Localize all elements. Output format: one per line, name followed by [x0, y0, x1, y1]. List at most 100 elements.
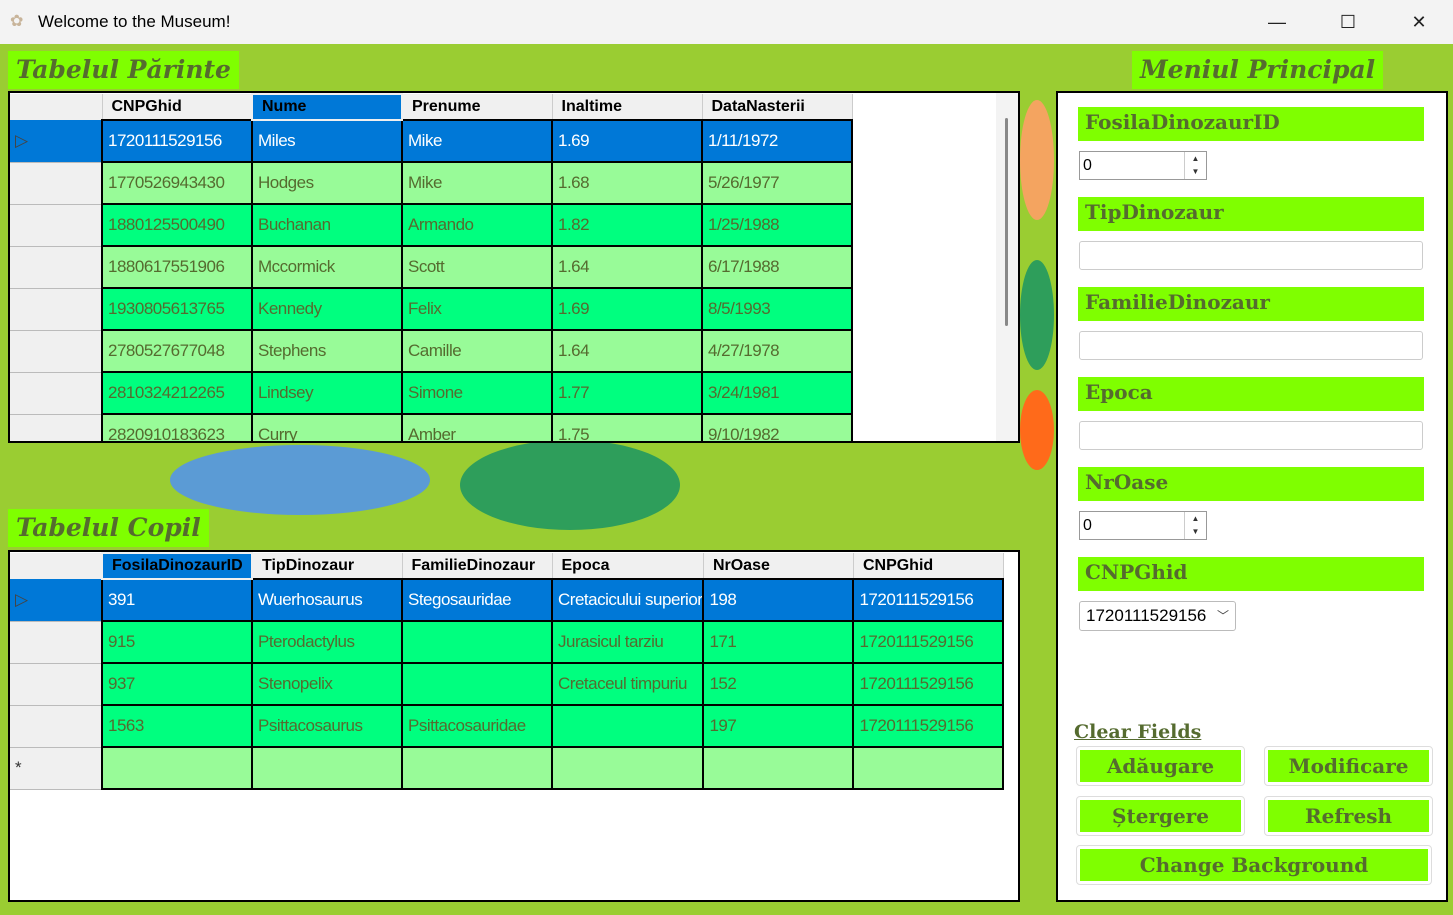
table-cell[interactable] — [550, 704, 705, 748]
table-cell[interactable]: 2780527677048 — [101, 329, 253, 373]
nroase-stepper[interactable]: 0 ▲ ▼ — [1079, 511, 1207, 540]
column-header[interactable]: Prenume — [402, 94, 553, 120]
column-header[interactable]: Epoca — [552, 553, 704, 579]
table-cell[interactable]: Stephens — [251, 329, 403, 373]
new-row[interactable]: * — [10, 746, 1005, 790]
child-table[interactable]: FosilaDinozaurID TipDinozaur FamilieDinoza… — [8, 550, 1020, 902]
refresh-button[interactable]: Refresh — [1264, 796, 1433, 836]
row-header[interactable] — [10, 621, 102, 664]
table-cell[interactable]: 1.82 — [551, 203, 703, 247]
table-cell[interactable]: Psittacosaurus — [251, 704, 403, 748]
table-cell[interactable] — [101, 746, 253, 790]
table-cell[interactable] — [550, 746, 705, 790]
table-cell[interactable] — [852, 746, 1005, 790]
table-cell[interactable]: 1.64 — [551, 329, 703, 373]
table-cell[interactable]: Lindsey — [251, 371, 403, 415]
table-cell[interactable]: 1.75 — [551, 413, 703, 441]
table-cell[interactable] — [251, 746, 403, 790]
table-row[interactable]: 1770526943430 Hodges Mike 1.68 5/26/1977 — [10, 161, 853, 205]
table-cell[interactable]: 198 — [702, 578, 855, 622]
epoca-input[interactable] — [1079, 421, 1423, 450]
clear-fields-link[interactable]: Clear Fields — [1074, 721, 1201, 743]
table-cell[interactable]: Jurasicul tarziu — [550, 620, 705, 664]
column-header[interactable]: DataNasterii — [702, 94, 853, 120]
table-cell[interactable]: Cretacicului superior — [550, 578, 705, 622]
column-header[interactable]: CNPGhid — [102, 94, 253, 120]
table-cell[interactable]: 3/24/1981 — [701, 371, 853, 415]
delete-button[interactable]: Ștergere — [1076, 796, 1245, 836]
table-cell[interactable] — [401, 662, 553, 706]
table-cell[interactable]: 1930805613765 — [101, 287, 253, 331]
table-cell[interactable]: Mccormick — [251, 245, 403, 289]
parent-table[interactable]: CNPGhid Nume Prenume Inaltime DataNasterii ▷ 1… — [8, 91, 1020, 443]
table-cell[interactable]: 2820910183623 — [101, 413, 253, 441]
table-cell[interactable]: Stenopelix — [251, 662, 403, 706]
table-cell[interactable]: 1880617551906 — [101, 245, 253, 289]
close-button[interactable]: ✕ — [1384, 0, 1453, 44]
table-cell[interactable]: Miles — [251, 119, 403, 163]
table-cell[interactable] — [401, 620, 553, 664]
tip-input[interactable] — [1079, 241, 1423, 270]
column-header[interactable]: FosilaDinozaurID — [101, 552, 253, 580]
table-cell[interactable]: Stegosauridae — [401, 578, 553, 622]
table-cell[interactable]: 171 — [702, 620, 855, 664]
table-cell[interactable]: Curry — [251, 413, 403, 441]
table-cell[interactable]: 2810324212265 — [101, 371, 253, 415]
table-cell[interactable]: 6/17/1988 — [701, 245, 853, 289]
table-cell[interactable]: Armando — [401, 203, 553, 247]
spin-arrows-icon[interactable]: ▲ ▼ — [1184, 152, 1206, 179]
table-cell[interactable]: 1563 — [101, 704, 253, 748]
column-header[interactable]: Nume — [251, 93, 403, 121]
table-cell[interactable]: 1/11/1972 — [701, 119, 853, 163]
table-cell[interactable]: 1.69 — [551, 287, 703, 331]
table-cell[interactable]: 1720111529156 — [852, 620, 1005, 664]
table-cell[interactable]: 5/26/1977 — [701, 161, 853, 205]
row-header[interactable] — [10, 162, 102, 205]
modify-button[interactable]: Modificare — [1264, 746, 1433, 786]
table-cell[interactable]: 937 — [101, 662, 253, 706]
column-header[interactable]: FamilieDinozaur — [402, 553, 553, 579]
column-header[interactable]: CNPGhid — [853, 553, 1004, 579]
table-cell[interactable]: Wuerhosaurus — [251, 578, 403, 622]
table-cell[interactable]: 9/10/1982 — [701, 413, 853, 441]
table-cell[interactable] — [702, 746, 855, 790]
row-header[interactable] — [10, 288, 102, 331]
table-cell[interactable]: Amber — [401, 413, 553, 441]
column-header[interactable]: TipDinozaur — [252, 553, 403, 579]
table-cell[interactable]: 8/5/1993 — [701, 287, 853, 331]
column-header[interactable]: NrOase — [703, 553, 854, 579]
table-row[interactable]: 2820910183623 Curry Amber 1.75 9/10/1982 — [10, 413, 853, 441]
row-header[interactable]: ▷ — [10, 120, 102, 163]
table-cell[interactable]: 1720111529156 — [852, 578, 1005, 622]
table-cell[interactable]: Scott — [401, 245, 553, 289]
table-cell[interactable]: Pterodactylus — [251, 620, 403, 664]
minimize-button[interactable]: — — [1242, 0, 1312, 44]
row-header[interactable] — [10, 372, 102, 415]
table-row[interactable]: 2810324212265 Lindsey Simone 1.77 3/24/1981 — [10, 371, 853, 415]
row-header[interactable]: ▷ — [10, 579, 102, 622]
table-row[interactable]: 1880617551906 Mccormick Scott 1.64 6/17/1988 — [10, 245, 853, 289]
row-header[interactable] — [10, 246, 102, 289]
table-cell[interactable]: 197 — [702, 704, 855, 748]
table-cell[interactable]: 1.69 — [551, 119, 703, 163]
table-cell[interactable]: 1.64 — [551, 245, 703, 289]
table-cell[interactable]: 1720111529156 — [852, 704, 1005, 748]
table-cell[interactable]: 1.77 — [551, 371, 703, 415]
table-row[interactable]: 937 Stenopelix Cretaceul timpuriu 152 172011… — [10, 662, 1005, 706]
table-cell[interactable]: Hodges — [251, 161, 403, 205]
table-cell[interactable]: Camille — [401, 329, 553, 373]
table-cell[interactable]: 1/25/1988 — [701, 203, 853, 247]
table-cell[interactable]: 915 — [101, 620, 253, 664]
table-row[interactable]: 1563 Psittacosaurus Psittacosauridae 197 172… — [10, 704, 1005, 748]
table-cell[interactable]: Kennedy — [251, 287, 403, 331]
table-cell[interactable]: Psittacosauridae — [401, 704, 553, 748]
vertical-scrollbar[interactable] — [996, 93, 1018, 441]
maximize-button[interactable]: ☐ — [1313, 0, 1383, 44]
table-cell[interactable]: 1.68 — [551, 161, 703, 205]
row-header[interactable] — [10, 204, 102, 247]
table-cell[interactable]: Cretaceul timpuriu — [550, 662, 705, 706]
table-cell[interactable]: 391 — [101, 578, 253, 622]
table-cell[interactable]: Simone — [401, 371, 553, 415]
familie-input[interactable] — [1079, 331, 1423, 360]
table-cell[interactable]: 1720111529156 — [101, 119, 253, 163]
